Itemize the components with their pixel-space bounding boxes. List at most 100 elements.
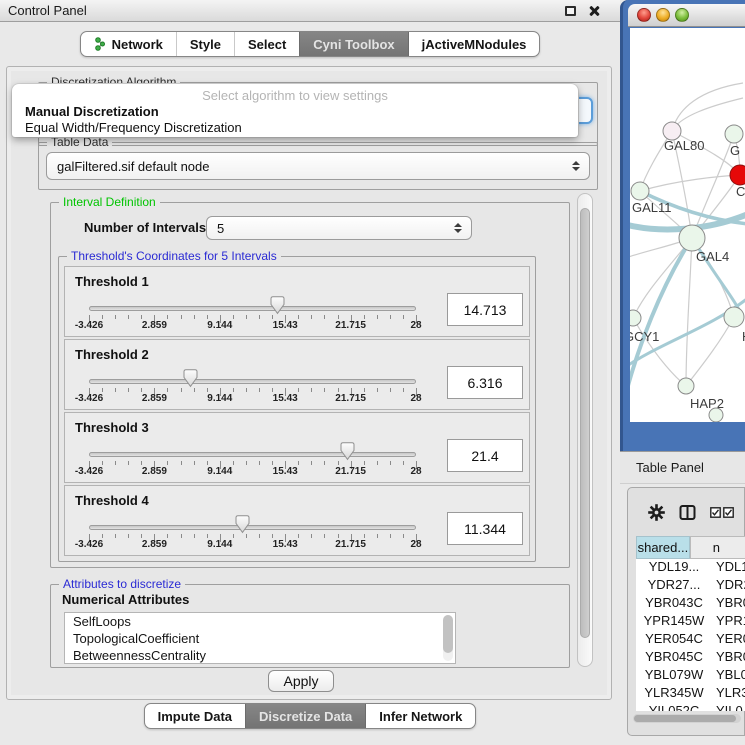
threshold-panel-4: Threshold 4-3.4262.8599.14415.4321.71528… (64, 485, 530, 556)
checkbox-icon[interactable] (723, 507, 734, 518)
number-of-intervals-combobox[interactable]: 5 (206, 216, 472, 240)
node-label: G (730, 143, 740, 158)
slider-thumb[interactable] (270, 296, 285, 315)
attribute-list-item[interactable]: BetweennessCentrality (65, 647, 455, 664)
slider-thumb[interactable] (340, 442, 355, 461)
number-of-intervals-value: 5 (217, 221, 224, 236)
threshold-value-field[interactable]: 11.344 (447, 512, 523, 545)
slider-scale-label: 21.715 (335, 539, 366, 550)
tab-jactivemnodules[interactable]: jActiveMNodules (408, 32, 540, 56)
network-node-gal4[interactable] (679, 225, 705, 251)
node-label: GCY1 (630, 329, 659, 344)
slider-track[interactable] (89, 379, 416, 384)
close-traffic-light[interactable] (637, 8, 651, 22)
float-window-icon[interactable] (565, 6, 576, 16)
node-label: C (736, 184, 745, 199)
network-node-g[interactable] (725, 125, 743, 143)
table-row[interactable]: YLR345WYLR3 (636, 685, 745, 703)
tab-select[interactable]: Select (234, 32, 299, 56)
slider-scale-label: 2.859 (142, 320, 167, 331)
table-hscrollbar-thumb[interactable] (634, 715, 736, 722)
dropdown-option-equal-width-frequency-discretization[interactable]: Equal Width/Frequency Discretization (15, 120, 575, 136)
tab-style[interactable]: Style (176, 32, 234, 56)
slider-scale-label: 15.43 (273, 320, 298, 331)
cell-shared-name: YBL079W (636, 667, 712, 685)
bottom-tab-impute-data[interactable]: Impute Data (145, 704, 245, 728)
node-label: GAL4 (696, 249, 729, 264)
close-icon[interactable] (588, 5, 600, 17)
slider-track[interactable] (89, 306, 416, 311)
column-header-name[interactable]: n (690, 536, 745, 559)
checkbox-icon[interactable] (710, 507, 721, 518)
apply-button[interactable]: Apply (268, 670, 334, 692)
tab-cyni-toolbox[interactable]: Cyni Toolbox (299, 32, 407, 56)
table-row[interactable]: YBR043CYBR0 (636, 595, 745, 613)
bottom-tab-infer-network[interactable]: Infer Network (365, 704, 475, 728)
panel-scrollbar-thumb[interactable] (580, 208, 590, 638)
node-label: GAL80 (664, 138, 704, 153)
cell-name: YBR0 (712, 595, 745, 613)
slider-scale-label: 28 (410, 539, 421, 550)
numerical-attributes-list[interactable]: SelfLoopsTopologicalCoefficientBetweenne… (64, 612, 456, 664)
attribute-list-item[interactable]: SelfLoops (65, 613, 455, 630)
slider-track[interactable] (89, 452, 416, 457)
column-header-shared-name[interactable]: shared... (636, 536, 690, 559)
slider-scale-label: -3.426 (75, 539, 103, 550)
zoom-traffic-light[interactable] (675, 8, 689, 22)
algorithm-dropdown-prompt[interactable]: Select algorithm to view settings (12, 88, 578, 103)
threshold-panel-1: Threshold 1-3.4262.8599.14415.4321.71528… (64, 266, 530, 337)
bottom-tabbar: Impute DataDiscretize Data Infer Network (0, 703, 620, 729)
slider-scale-label: -3.426 (75, 466, 103, 477)
table-hscrollbar[interactable] (633, 714, 741, 723)
list-scrollbar[interactable] (443, 615, 453, 661)
threshold-label: Threshold 4 (75, 493, 149, 508)
attribute-list-item[interactable]: TopologicalCoefficient (65, 630, 455, 647)
threshold-value-field[interactable]: 6.316 (447, 366, 523, 399)
table-row[interactable]: YDR27...YDR2 (636, 577, 745, 595)
network-node-gal11[interactable] (631, 182, 649, 200)
table-row[interactable]: YBR045CYBR0 (636, 649, 745, 667)
table-row[interactable]: YER054CYER0 (636, 631, 745, 649)
panel-scrollbar[interactable] (577, 193, 593, 667)
threshold-label: Threshold 1 (75, 274, 149, 289)
bottom-tab-label: Infer Network (379, 709, 462, 724)
table-row[interactable]: YIL052CYIL0 (636, 703, 745, 711)
network-node-h[interactable] (724, 307, 744, 327)
network-node-gcy1[interactable] (630, 310, 641, 326)
threshold-value-field[interactable]: 21.4 (447, 439, 523, 472)
threshold-label: Threshold 2 (75, 347, 149, 362)
table-row[interactable]: YDL19...YDL1 (636, 559, 745, 577)
tab-network[interactable]: Network (81, 32, 176, 56)
table-data-combobox[interactable]: galFiltered.sif default node (46, 152, 590, 180)
list-scrollbar-thumb[interactable] (443, 615, 453, 653)
table-row[interactable]: YPR145WYPR1 (636, 613, 745, 631)
network-canvas[interactable]: GAL80GCGAL11GAL4GCY1HHAP2 (630, 28, 745, 422)
minimize-traffic-light[interactable] (656, 8, 670, 22)
numerical-attributes-label: Numerical Attributes (62, 592, 189, 607)
slider-scale-label: 15.43 (273, 539, 298, 550)
slider-ticks (89, 534, 416, 544)
bottom-tab-discretize-data[interactable]: Discretize Data (245, 704, 365, 728)
network-icon (94, 37, 107, 51)
tab-label: Cyni Toolbox (313, 37, 394, 52)
slider-ticks (89, 315, 416, 325)
split-columns-icon[interactable] (679, 504, 696, 521)
threshold-value-field[interactable]: 14.713 (447, 293, 523, 326)
network-node[interactable] (709, 408, 723, 422)
network-node-hap2[interactable] (678, 378, 694, 394)
network-edges-thick (630, 191, 745, 393)
gear-icon[interactable] (648, 504, 665, 521)
thresholds-group-title: Threshold's Coordinates for 5 Intervals (67, 249, 281, 263)
slider-scale-label: 28 (410, 393, 421, 404)
slider-track[interactable] (89, 525, 416, 530)
dropdown-option-manual-discretization[interactable]: Manual Discretization (15, 104, 575, 120)
slider-scale-label: 21.715 (335, 393, 366, 404)
table-panel: shared... n YDL19...YDL1YDR27...YDR2YBR0… (627, 487, 745, 736)
slider-thumb[interactable] (235, 515, 250, 534)
slider-thumb[interactable] (183, 369, 198, 388)
cell-name: YDR2 (712, 577, 745, 595)
table-row[interactable]: YBL079WYBL0 (636, 667, 745, 685)
cell-name: YDL1 (712, 559, 745, 577)
network-node-c[interactable] (730, 165, 745, 185)
tab-label: jActiveMNodules (422, 37, 527, 52)
